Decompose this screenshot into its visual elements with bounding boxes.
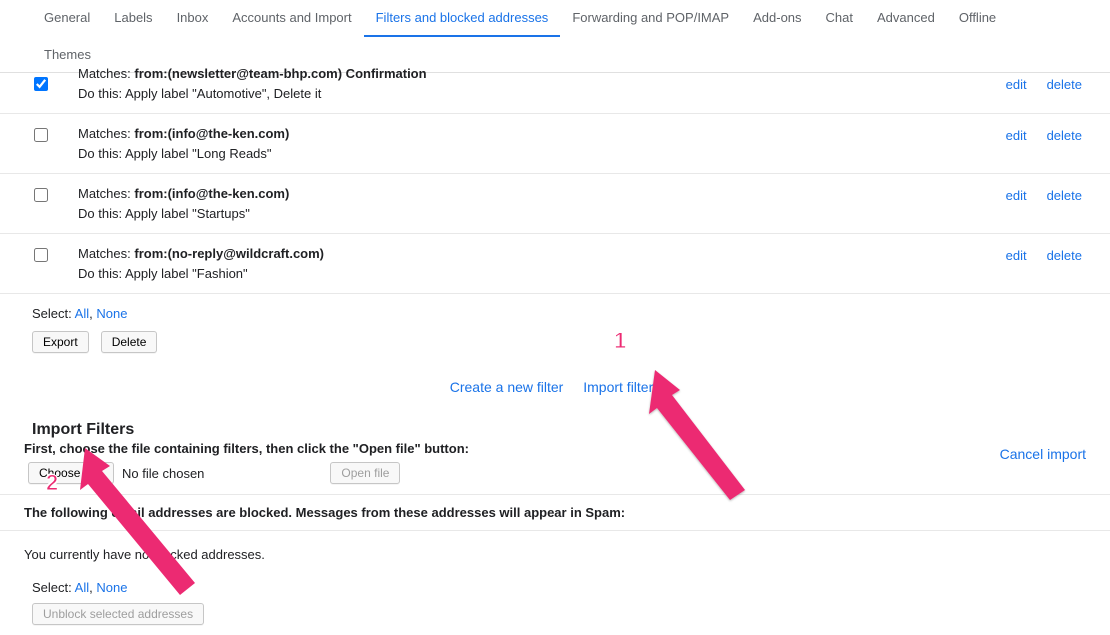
export-button[interactable]: Export (32, 331, 89, 353)
delete-link[interactable]: delete (1047, 188, 1082, 203)
delete-link[interactable]: delete (1047, 128, 1082, 143)
filter-matches: Matches: from:(newsletter@team-bhp.com) … (78, 64, 1006, 84)
annotation-arrow-1 (625, 370, 755, 510)
tab-accounts[interactable]: Accounts and Import (220, 0, 363, 37)
filter-dothis: Do this: Apply label "Startups" (78, 204, 1006, 224)
tab-chat[interactable]: Chat (814, 0, 865, 37)
import-filters-heading: Import Filters (24, 413, 469, 441)
delete-button[interactable]: Delete (101, 331, 158, 353)
filter-action-links: Create a new filter Import filters (0, 367, 1110, 407)
edit-link[interactable]: edit (1006, 77, 1027, 92)
tab-addons[interactable]: Add-ons (741, 0, 813, 37)
filter-row: Matches: from:(info@the-ken.com) Do this… (0, 174, 1110, 234)
annotation-arrow-2 (60, 448, 210, 608)
edit-link[interactable]: edit (1006, 188, 1027, 203)
settings-tabs: General Labels Inbox Accounts and Import… (0, 0, 1110, 73)
tab-offline[interactable]: Offline (947, 0, 1008, 37)
tab-labels[interactable]: Labels (102, 0, 164, 37)
edit-link[interactable]: edit (1006, 128, 1027, 143)
select-all-link[interactable]: All (75, 306, 89, 321)
filter-dothis: Do this: Apply label "Fashion" (78, 264, 1006, 284)
filter-dothis: Do this: Apply label "Automotive", Delet… (78, 84, 1006, 104)
annotation-number-1: 1 (614, 328, 626, 354)
filter-matches: Matches: from:(no-reply@wildcraft.com) (78, 244, 1006, 264)
filter-row: Matches: from:(info@the-ken.com) Do this… (0, 114, 1110, 174)
filter-matches: Matches: from:(info@the-ken.com) (78, 124, 1006, 144)
edit-link[interactable]: edit (1006, 248, 1027, 263)
filter-checkbox[interactable] (34, 77, 48, 91)
select-bar: Select: All, None (24, 302, 1086, 325)
create-filter-link[interactable]: Create a new filter (450, 379, 564, 395)
delete-link[interactable]: delete (1047, 248, 1082, 263)
tab-general[interactable]: General (32, 0, 102, 37)
filter-checkbox[interactable] (34, 188, 48, 202)
filter-matches: Matches: from:(info@the-ken.com) (78, 184, 1006, 204)
tab-filters[interactable]: Filters and blocked addresses (364, 0, 561, 37)
filter-row: Matches: from:(no-reply@wildcraft.com) D… (0, 234, 1110, 294)
filter-checkbox[interactable] (34, 248, 48, 262)
tab-inbox[interactable]: Inbox (165, 0, 221, 37)
annotation-number-2: 2 (46, 470, 58, 496)
cancel-import-link[interactable]: Cancel import (1000, 446, 1086, 462)
delete-link[interactable]: delete (1047, 77, 1082, 92)
open-file-button[interactable]: Open file (330, 462, 400, 484)
select-none-link[interactable]: None (96, 306, 127, 321)
filter-checkbox[interactable] (34, 128, 48, 142)
filter-row: Matches: from:(newsletter@team-bhp.com) … (0, 73, 1110, 114)
tab-advanced[interactable]: Advanced (865, 0, 947, 37)
filter-dothis: Do this: Apply label "Long Reads" (78, 144, 1006, 164)
tab-forwarding[interactable]: Forwarding and POP/IMAP (560, 0, 741, 37)
